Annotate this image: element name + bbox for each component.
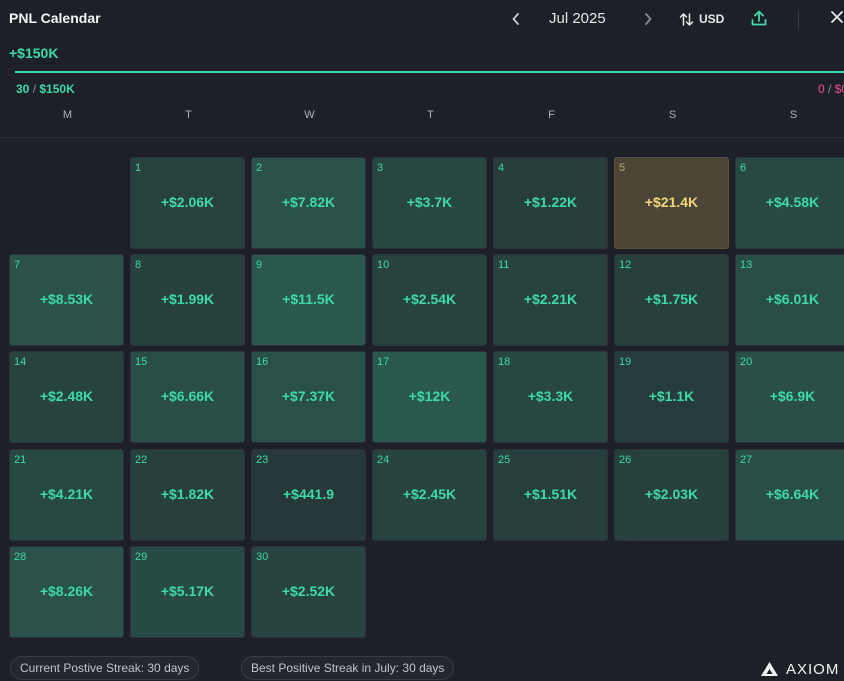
day-pnl-value: +$8.26K: [39, 583, 94, 599]
day-number: 20: [740, 356, 753, 368]
day-pnl-value: +$2.48K: [39, 388, 94, 404]
day-number: 25: [498, 454, 511, 466]
day-pnl-value: +$6.66K: [160, 388, 215, 404]
day-pnl-value: +$6.01K: [765, 291, 820, 307]
brand-name: AXIOM: [786, 660, 840, 678]
day-number: 22: [135, 454, 148, 466]
day-pnl-value: +$2.52K: [281, 583, 336, 599]
day-pnl-value: +$11.5K: [282, 291, 335, 307]
day-pnl-value: +$1.51K: [523, 486, 578, 502]
day-pnl-value: +$1.99K: [160, 291, 215, 307]
day-pnl-value: +$3.3K: [527, 388, 574, 404]
day-pnl-value: +$1.22K: [523, 194, 578, 210]
day-number: 26: [619, 454, 632, 466]
day-pnl-value: +$1.1K: [648, 388, 695, 404]
day-pnl-value: +$12K: [408, 388, 451, 404]
calendar-day-cell[interactable]: 5 +$21.4K: [614, 157, 729, 249]
calendar-day-cell[interactable]: 25 +$1.51K: [493, 449, 608, 541]
day-pnl-value: +$7.37K: [281, 388, 336, 404]
day-number: 23: [256, 454, 269, 466]
day-pnl-value: +$1.82K: [160, 486, 215, 502]
day-pnl-value: +$2.06K: [160, 194, 215, 210]
calendar-day-cell[interactable]: 21 +$4.21K: [9, 449, 124, 541]
calendar-day-cell[interactable]: 8 +$1.99K: [130, 254, 245, 346]
best-streak-badge: Best Positive Streak in July: 30 days: [241, 656, 455, 680]
day-number: 6: [740, 162, 747, 174]
calendar-grid: 1 +$2.06K 2 +$7.82K 3 +$3.7K 4 +$1.22K 5 +$21.4K 6…: [0, 0, 844, 681]
calendar-day-cell[interactable]: 4 +$1.22K: [493, 157, 608, 249]
day-number: 2: [256, 162, 263, 174]
calendar-day-cell[interactable]: 20 +$6.9K: [735, 351, 844, 443]
calendar-day-cell[interactable]: 23 +$441.9: [251, 449, 366, 541]
day-pnl-value: +$6.64K: [765, 486, 820, 502]
calendar-day-cell[interactable]: 30 +$2.52K: [251, 546, 366, 638]
day-number: 17: [377, 356, 390, 368]
day-number: 29: [135, 551, 148, 563]
calendar-day-cell[interactable]: 29 +$5.17K: [130, 546, 245, 638]
day-number: 16: [256, 356, 269, 368]
day-number: 10: [377, 259, 390, 271]
calendar-day-cell[interactable]: 22 +$1.82K: [130, 449, 245, 541]
current-streak-badge: Current Postive Streak: 30 days: [10, 656, 200, 680]
axiom-logo-icon: [761, 662, 778, 676]
day-number: 18: [498, 356, 511, 368]
calendar-day-cell[interactable]: 15 +$6.66K: [130, 351, 245, 443]
day-number: 5: [619, 162, 626, 174]
day-number: 1: [135, 162, 142, 174]
day-pnl-value: +$7.82K: [281, 194, 336, 210]
calendar-day-cell[interactable]: 28 +$8.26K: [9, 546, 124, 638]
day-number: 19: [619, 356, 632, 368]
day-number: 15: [135, 356, 148, 368]
day-number: 30: [256, 551, 269, 563]
brand-logo: AXIOM: [760, 658, 839, 680]
day-pnl-value: +$8.53K: [39, 291, 94, 307]
day-number: 4: [498, 162, 505, 174]
calendar-day-cell[interactable]: 10 +$2.54K: [372, 254, 487, 346]
day-pnl-value: +$2.54K: [402, 291, 457, 307]
day-number: 12: [619, 259, 632, 271]
calendar-day-cell[interactable]: 3 +$3.7K: [372, 157, 487, 249]
day-number: 8: [135, 259, 142, 271]
calendar-day-cell[interactable]: 9 +$11.5K: [251, 254, 366, 346]
day-number: 21: [14, 454, 27, 466]
calendar-day-cell[interactable]: 17 +$12K: [372, 351, 487, 443]
day-pnl-value: +$3.7K: [406, 194, 453, 210]
calendar-day-cell[interactable]: 27 +$6.64K: [735, 449, 844, 541]
calendar-day-cell[interactable]: 2 +$7.82K: [251, 157, 366, 249]
day-pnl-value: +$441.9: [283, 486, 334, 502]
day-pnl-value: +$1.75K: [644, 291, 699, 307]
day-number: 28: [14, 551, 27, 563]
day-number: 7: [14, 259, 21, 271]
day-number: 14: [14, 356, 27, 368]
day-number: 11: [498, 259, 510, 271]
day-pnl-value: +$21.4K: [644, 194, 699, 210]
pnl-calendar-panel: PNL Calendar Jul 2025 USD +$150K 30 / $1…: [0, 0, 844, 681]
day-number: 13: [740, 259, 753, 271]
calendar-day-cell[interactable]: 13 +$6.01K: [735, 254, 844, 346]
day-pnl-value: +$2.45K: [402, 486, 457, 502]
day-number: 3: [377, 162, 384, 174]
day-number: 9: [256, 259, 263, 271]
day-number: 27: [740, 454, 753, 466]
calendar-day-cell[interactable]: 6 +$4.58K: [735, 157, 844, 249]
calendar-day-cell[interactable]: 14 +$2.48K: [9, 351, 124, 443]
calendar-day-cell[interactable]: 1 +$2.06K: [130, 157, 245, 249]
day-pnl-value: +$5.17K: [160, 583, 215, 599]
calendar-day-cell[interactable]: 18 +$3.3K: [493, 351, 608, 443]
calendar-day-cell[interactable]: 16 +$7.37K: [251, 351, 366, 443]
calendar-day-cell[interactable]: 11 +$2.21K: [493, 254, 608, 346]
day-pnl-value: +$2.03K: [644, 486, 699, 502]
calendar-day-cell[interactable]: 24 +$2.45K: [372, 449, 487, 541]
day-pnl-value: +$6.9K: [769, 388, 816, 404]
calendar-day-cell[interactable]: 12 +$1.75K: [614, 254, 729, 346]
day-pnl-value: +$4.21K: [39, 486, 94, 502]
calendar-day-cell[interactable]: 26 +$2.03K: [614, 449, 729, 541]
day-number: 24: [377, 454, 390, 466]
calendar-day-cell[interactable]: 7 +$8.53K: [9, 254, 124, 346]
day-pnl-value: +$4.58K: [765, 194, 820, 210]
day-pnl-value: +$2.21K: [523, 291, 578, 307]
calendar-day-cell[interactable]: 19 +$1.1K: [614, 351, 729, 443]
